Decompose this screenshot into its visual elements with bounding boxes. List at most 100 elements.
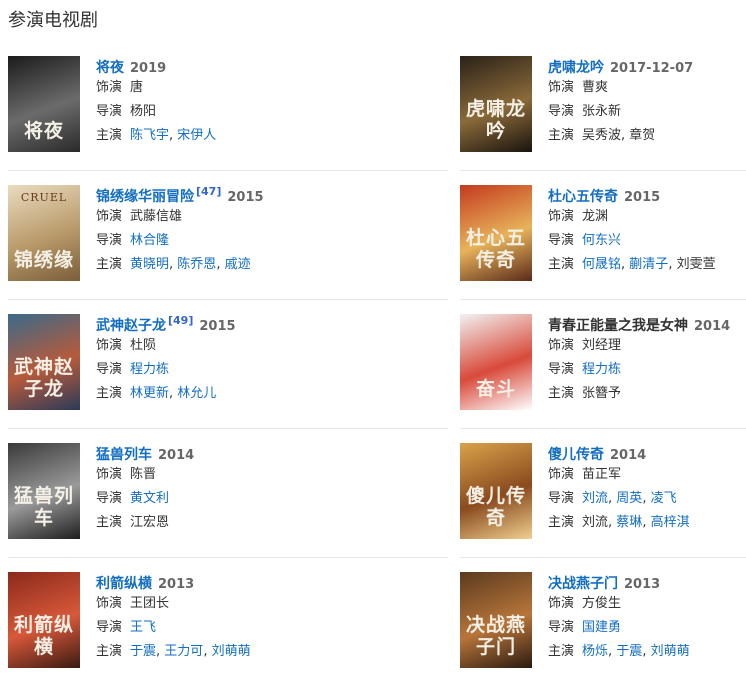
series-poster[interactable]: 武神赵子龙 bbox=[8, 314, 80, 410]
role-value: 龙渊 bbox=[582, 209, 609, 224]
star-link[interactable]: 戚迹 bbox=[225, 257, 251, 272]
star-link[interactable]: 刘萌萌 bbox=[651, 644, 690, 659]
director-name: 张永新 bbox=[582, 104, 622, 119]
star-link[interactable]: 高梓淇 bbox=[651, 515, 690, 530]
director-label: 导演 bbox=[96, 233, 123, 248]
series-poster[interactable]: 利箭纵横 bbox=[8, 572, 80, 668]
stars-row: 主演 刘流, 蔡琳, 高梓淇 bbox=[548, 511, 746, 535]
stars-row: 主演 黄晓明, 陈乔恩, 戚迹 bbox=[96, 253, 306, 277]
director-link[interactable]: 凌飞 bbox=[651, 491, 677, 506]
star-link[interactable]: 蒯清子 bbox=[629, 257, 668, 272]
director-row: 导演 林合隆 bbox=[96, 229, 306, 253]
director-label: 导演 bbox=[548, 362, 575, 377]
row-divider bbox=[460, 428, 746, 429]
series-poster[interactable]: 虎啸龙吟 bbox=[460, 56, 532, 152]
stars-row: 主演 何晟铭, 蒯清子, 刘雯萱 bbox=[548, 253, 746, 277]
series-year: 2014 bbox=[694, 319, 731, 334]
star-link[interactable]: 于震 bbox=[130, 644, 156, 659]
reference-link[interactable]: [47] bbox=[196, 185, 221, 198]
separator: , bbox=[216, 257, 225, 272]
stars-label: 主演 bbox=[548, 386, 575, 401]
series-title-link[interactable]: 锦绣缘华丽冒险 bbox=[96, 189, 194, 205]
star-link[interactable]: 王力可 bbox=[164, 644, 203, 659]
poster-title: 武神赵子龙 bbox=[13, 356, 74, 400]
star-name: 刘流 bbox=[582, 515, 609, 530]
role-label: 饰演 bbox=[548, 596, 575, 611]
star-link[interactable]: 于震 bbox=[616, 644, 642, 659]
role-label: 饰演 bbox=[96, 338, 123, 353]
director-link[interactable]: 何东兴 bbox=[582, 233, 621, 248]
star-link[interactable]: 陈乔恩 bbox=[177, 257, 216, 272]
star-link[interactable]: 刘萌萌 bbox=[212, 644, 251, 659]
star-name: 章贺 bbox=[629, 128, 656, 143]
director-link[interactable]: 黄文利 bbox=[130, 491, 169, 506]
role-label: 饰演 bbox=[548, 338, 575, 353]
star-link[interactable]: 林更新 bbox=[130, 386, 169, 401]
series-title-link[interactable]: 将夜 bbox=[96, 60, 124, 76]
row-divider bbox=[460, 299, 746, 300]
series-item: 利箭纵横 利箭纵横 2013 饰演 王团长 导演 王飞 主演 于震, 王力可, 刘萌萌 bbox=[8, 572, 298, 672]
role-label: 饰演 bbox=[548, 80, 575, 95]
director-link[interactable]: 王飞 bbox=[130, 620, 156, 635]
series-title-link[interactable]: 武神赵子龙 bbox=[96, 318, 166, 334]
series-title-link[interactable]: 傻儿传奇 bbox=[548, 447, 604, 463]
stars-row: 主演 林更新, 林允儿 bbox=[96, 382, 306, 406]
director-link[interactable]: 周英 bbox=[616, 491, 642, 506]
series-poster[interactable]: 奋斗 bbox=[460, 314, 532, 410]
star-link[interactable]: 宋伊人 bbox=[177, 128, 216, 143]
series-title-link[interactable]: 虎啸龙吟 bbox=[548, 60, 604, 76]
star-link[interactable]: 何晟铭 bbox=[582, 257, 621, 272]
series-title-link[interactable]: 猛兽列车 bbox=[96, 447, 152, 463]
director-row: 导演 国建勇 bbox=[548, 616, 746, 640]
reference-link[interactable]: [49] bbox=[168, 314, 193, 327]
series-info: 锦绣缘华丽冒险 [47] 2015 饰演 武藤信雄 导演 林合隆 主演 黄晓明, 陈乔恩, 戚迹 bbox=[96, 185, 306, 277]
role-value: 唐 bbox=[130, 80, 144, 95]
series-title-line: 虎啸龙吟 2017-12-07 bbox=[548, 58, 746, 76]
series-poster[interactable]: 杜心五传奇 bbox=[460, 185, 532, 281]
director-link[interactable]: 程力栋 bbox=[130, 362, 169, 377]
poster-title: 决战燕子门 bbox=[465, 614, 526, 658]
series-title-link[interactable]: 利箭纵横 bbox=[96, 576, 152, 592]
poster-subtitle: CRUEL bbox=[20, 191, 68, 204]
separator: , bbox=[642, 491, 651, 506]
series-info: 傻儿传奇 2014 饰演 苗正军 导演 刘流, 周英, 凌飞 主演 刘流, 蔡琳, 高梓淇 bbox=[548, 443, 746, 535]
row-divider bbox=[8, 170, 448, 171]
star-link[interactable]: 蔡琳 bbox=[616, 515, 642, 530]
star-link[interactable]: 林允儿 bbox=[177, 386, 216, 401]
role-value: 王团长 bbox=[130, 596, 170, 611]
director-link[interactable]: 国建勇 bbox=[582, 620, 621, 635]
director-link[interactable]: 程力栋 bbox=[582, 362, 621, 377]
series-year: 2013 bbox=[158, 577, 195, 592]
series-year: 2015 bbox=[199, 319, 236, 334]
director-row: 导演 何东兴 bbox=[548, 229, 746, 253]
star-link[interactable]: 杨烁 bbox=[582, 644, 608, 659]
series-poster[interactable]: 猛兽列车 bbox=[8, 443, 80, 539]
series-poster[interactable]: 傻儿传奇 bbox=[460, 443, 532, 539]
role-value: 曹爽 bbox=[582, 80, 609, 95]
poster-title: 利箭纵横 bbox=[13, 614, 74, 658]
series-poster[interactable]: CRUEL 锦绣缘 bbox=[8, 185, 80, 281]
director-label: 导演 bbox=[96, 491, 123, 506]
series-poster[interactable]: 决战燕子门 bbox=[460, 572, 532, 668]
poster-title: 将夜 bbox=[23, 120, 64, 142]
stars-label: 主演 bbox=[96, 644, 123, 659]
series-poster[interactable]: 将夜 bbox=[8, 56, 80, 152]
role-row: 饰演 龙渊 bbox=[548, 205, 746, 229]
director-link[interactable]: 林合隆 bbox=[130, 233, 169, 248]
stars-label: 主演 bbox=[548, 128, 575, 143]
series-title-line: 杜心五传奇 2015 bbox=[548, 187, 746, 205]
poster-title: 奋斗 bbox=[475, 378, 516, 400]
director-label: 导演 bbox=[96, 362, 123, 377]
series-title-link[interactable]: 决战燕子门 bbox=[548, 576, 618, 592]
star-link[interactable]: 黄晓明 bbox=[130, 257, 169, 272]
director-label: 导演 bbox=[548, 233, 575, 248]
director-link[interactable]: 刘流 bbox=[582, 491, 608, 506]
series-title-link[interactable]: 杜心五传奇 bbox=[548, 189, 618, 205]
director-label: 导演 bbox=[96, 620, 123, 635]
series-item: 傻儿传奇 傻儿传奇 2014 饰演 苗正军 导演 刘流, 周英, 凌飞 主演 刘流, 蔡琳, 高… bbox=[460, 443, 746, 543]
row-divider bbox=[460, 170, 746, 171]
series-year: 2019 bbox=[130, 61, 167, 76]
role-row: 饰演 苗正军 bbox=[548, 463, 746, 487]
star-link[interactable]: 陈飞宇 bbox=[130, 128, 169, 143]
series-item: 决战燕子门 决战燕子门 2013 饰演 方俊生 导演 国建勇 主演 杨烁, 于震, 刘萌萌 bbox=[460, 572, 746, 672]
